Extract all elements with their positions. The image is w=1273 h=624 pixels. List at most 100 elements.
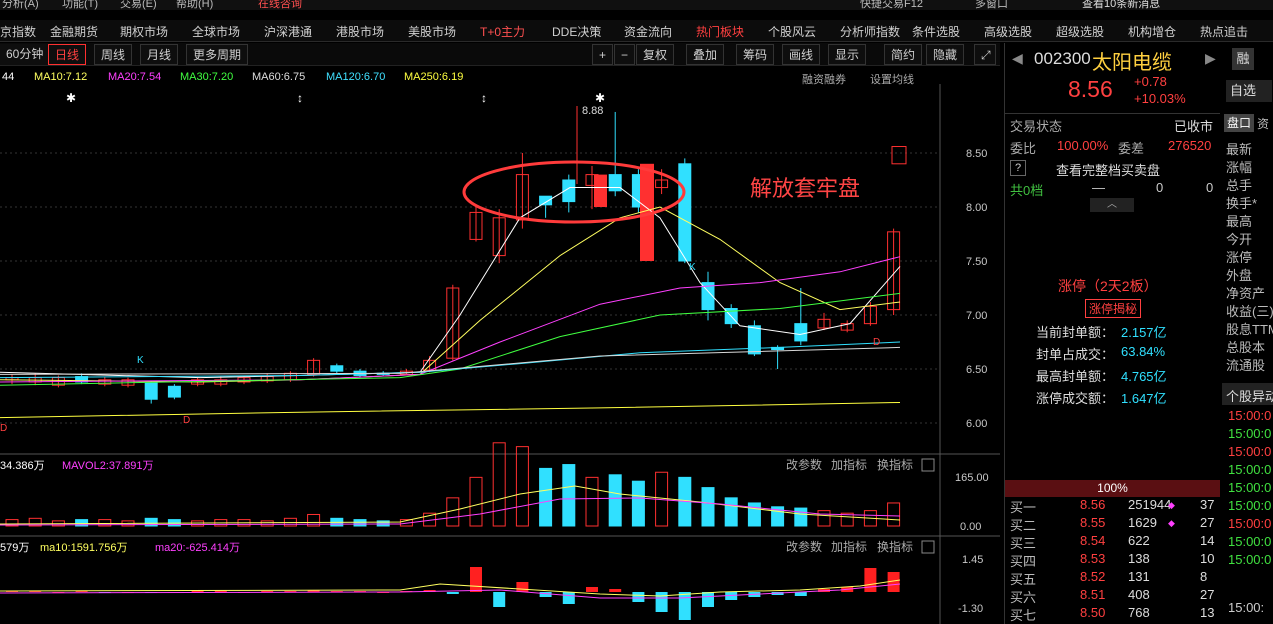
- alert-time[interactable]: 15:00:0: [1228, 552, 1271, 567]
- nav-stock-cloud[interactable]: 个股风云: [768, 23, 816, 40]
- fullscreen-icon[interactable]: ⤢: [974, 44, 996, 65]
- indicator-bar: [702, 592, 714, 607]
- bid-price: 8.50: [1080, 605, 1106, 620]
- volume-bar: [469, 476, 483, 527]
- tab-fund[interactable]: 资: [1257, 115, 1269, 132]
- vol-close-icon[interactable]: [921, 458, 935, 472]
- nav-condition-select[interactable]: 条件选股: [912, 23, 960, 40]
- simple-button[interactable]: 简约: [884, 44, 923, 65]
- vol-switch-indicator[interactable]: 换指标: [877, 457, 913, 472]
- menu-online-consult[interactable]: 在线咨询: [258, 0, 302, 10]
- menu-analysis[interactable]: 分析(A): [2, 0, 39, 10]
- vol-add-indicator[interactable]: 加指标: [831, 457, 867, 472]
- alert-time[interactable]: 15:00:0: [1228, 480, 1271, 495]
- weibi-value: 100.00%: [1057, 138, 1109, 153]
- menu-function[interactable]: 功能(T): [62, 0, 98, 10]
- order-book-row[interactable]: 买五 8.52 131 8: [1010, 569, 1220, 587]
- candle-body: [794, 323, 808, 342]
- vol-edit-params[interactable]: 改参数: [786, 457, 822, 472]
- collapse-chevron-icon[interactable]: ︿: [1090, 198, 1134, 212]
- hide-button[interactable]: 隐藏: [926, 44, 965, 65]
- ind-switch-indicator[interactable]: 换指标: [877, 539, 913, 554]
- quote-field-label: 涨停: [1226, 250, 1253, 265]
- full-queue-link[interactable]: 查看完整档买卖盘: [1056, 160, 1160, 179]
- event-marker-icon[interactable]: ↕: [481, 91, 487, 105]
- nav-dde[interactable]: DDE决策: [552, 23, 601, 40]
- ind-add-indicator[interactable]: 加指标: [831, 539, 867, 554]
- limit-up-reveal-button[interactable]: 涨停揭秘: [1085, 299, 1142, 318]
- bid-price: 8.53: [1080, 551, 1106, 566]
- nav-financial-futures[interactable]: 金融期货: [50, 23, 98, 40]
- menu-bar: 分析(A) 功能(T) 交易(E) 帮助(H) 在线咨询 快捷交易F12 多窗口…: [0, 0, 1273, 10]
- alert-time[interactable]: 15:00:0: [1228, 516, 1271, 531]
- event-star-icon[interactable]: ✱: [595, 91, 605, 105]
- ind-edit-params[interactable]: 改参数: [786, 539, 822, 554]
- nav-global[interactable]: 全球市场: [192, 23, 240, 40]
- tab-handicap[interactable]: 盘口: [1224, 114, 1254, 132]
- nav-us[interactable]: 美股市场: [408, 23, 456, 40]
- price-tick: 7.50: [966, 256, 987, 268]
- nav-super-select[interactable]: 超级选股: [1056, 23, 1104, 40]
- draw-line-button[interactable]: 画线: [782, 44, 821, 65]
- nav-hot-tracking[interactable]: 热点追击: [1200, 23, 1248, 40]
- d-marker: D: [0, 423, 7, 434]
- period-daily[interactable]: 日线: [48, 44, 87, 65]
- kline-chart[interactable]: 8.88 解放套牢盘 ✱ ↕ ↕ ✱ K K D D D 8.50 8.00 7…: [0, 84, 1000, 624]
- event-star-icon[interactable]: ✱: [66, 91, 76, 105]
- volume-bar: [817, 510, 831, 527]
- alert-time[interactable]: 15:00:0: [1228, 426, 1271, 441]
- nav-hk[interactable]: 港股市场: [336, 23, 384, 40]
- menu-trade[interactable]: 交易(E): [120, 0, 157, 10]
- nav-institution-increase[interactable]: 机构增仓: [1128, 23, 1176, 40]
- multi-window-button[interactable]: 多窗口: [975, 0, 1008, 10]
- bid-volume: 138: [1128, 551, 1150, 566]
- bid-count: 37: [1200, 497, 1215, 512]
- alert-time[interactable]: 15:00:0: [1228, 462, 1271, 477]
- restore-button[interactable]: 复权: [636, 44, 675, 65]
- limit-up-title: 涨停（2天2板）: [1058, 278, 1158, 294]
- order-book-row[interactable]: 买三 8.54 622 14: [1010, 533, 1220, 551]
- ind-axis-top: 1.45: [962, 554, 983, 566]
- indicator-label: 579万: [0, 542, 29, 554]
- alert-time[interactable]: 15:00:0: [1228, 408, 1271, 423]
- quick-trade-button[interactable]: 快捷交易F12: [860, 0, 923, 10]
- nav-t0[interactable]: T+0主力: [480, 23, 525, 40]
- indicator-bar: [516, 582, 529, 592]
- alert-time[interactable]: 15:00:0: [1228, 498, 1271, 513]
- alert-time[interactable]: 15:00:0: [1228, 534, 1271, 549]
- nav-advanced-select[interactable]: 高级选股: [984, 23, 1032, 40]
- messages-button[interactable]: 查看10条新消息: [1082, 0, 1160, 10]
- alert-time[interactable]: 15:00:0: [1228, 444, 1271, 459]
- margin-badge[interactable]: 融: [1232, 48, 1254, 70]
- zoom-in-button[interactable]: +: [592, 44, 614, 65]
- prev-stock-icon[interactable]: ◀: [1012, 50, 1023, 67]
- chips-button[interactable]: 筹码: [736, 44, 775, 65]
- overlay-button[interactable]: 叠加: [686, 44, 725, 65]
- event-marker-icon[interactable]: ↕: [297, 91, 303, 105]
- order-book-row[interactable]: 买四 8.53 138 10: [1010, 551, 1220, 569]
- nav-fund-flow[interactable]: 资金流向: [624, 23, 672, 40]
- order-book-row[interactable]: 买六 8.51 408 27: [1010, 587, 1220, 605]
- nav-sh-sz-hk[interactable]: 沪深港通: [264, 23, 312, 40]
- period-60min[interactable]: 60分钟: [0, 44, 50, 65]
- order-book-row[interactable]: 买一 8.56 251944 ◆ 37: [1010, 497, 1220, 515]
- nav-bj-index[interactable]: 京指数: [0, 23, 36, 40]
- ind-close-icon[interactable]: [921, 540, 935, 554]
- order-book-row[interactable]: 买二 8.55 1629 ◆ 27: [1010, 515, 1220, 533]
- help-icon[interactable]: ?: [1010, 160, 1026, 176]
- display-button[interactable]: 显示: [828, 44, 867, 65]
- next-stock-icon[interactable]: ▶: [1205, 50, 1216, 67]
- ma30-label: MA30:7.20: [180, 71, 234, 83]
- period-more[interactable]: 更多周期: [186, 44, 249, 65]
- menu-help[interactable]: 帮助(H): [176, 0, 213, 10]
- nav-analyst-index[interactable]: 分析师指数: [840, 23, 900, 40]
- nav-hot-sectors[interactable]: 热门板块: [696, 23, 744, 40]
- order-dot-icon: ◆: [1168, 500, 1175, 510]
- add-watchlist-button[interactable]: 自选: [1226, 80, 1272, 102]
- period-monthly[interactable]: 月线: [140, 44, 179, 65]
- order-book-row[interactable]: 买七 8.50 768 13: [1010, 605, 1220, 623]
- zoom-out-button[interactable]: −: [614, 44, 636, 65]
- nav-options[interactable]: 期权市场: [120, 23, 168, 40]
- period-weekly[interactable]: 周线: [94, 44, 133, 65]
- indicator-bar: [586, 587, 598, 592]
